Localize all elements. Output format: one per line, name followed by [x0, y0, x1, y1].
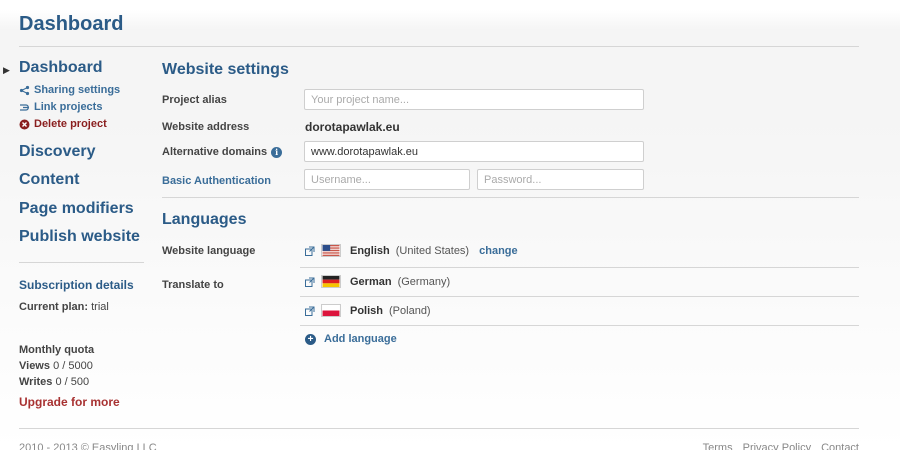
language-name: German: [350, 275, 392, 288]
translate-to-label: Translate to: [162, 279, 224, 291]
upgrade-link[interactable]: Upgrade for more: [19, 395, 120, 409]
share-icon: [19, 85, 30, 96]
sidebar-item-label: Delete project: [34, 118, 107, 130]
contact-link[interactable]: Contact: [821, 442, 859, 450]
sidebar-divider: [19, 262, 144, 263]
target-language-row-polish: Polish (Poland): [305, 304, 441, 317]
delete-icon: [19, 119, 30, 130]
alternative-domains-label: Alternative domains i: [162, 146, 283, 158]
website-address-value: dorotapawlak.eu: [305, 120, 400, 134]
external-link-icon[interactable]: [305, 306, 315, 316]
subscription-heading[interactable]: Subscription details: [19, 278, 134, 292]
sidebar-item-label: Link projects: [34, 101, 103, 113]
language-region: (United States): [395, 244, 470, 257]
basic-auth-label[interactable]: Basic Authentication: [162, 175, 271, 187]
german-flag-icon: [321, 275, 341, 288]
quota-heading: Monthly quota: [19, 344, 95, 356]
active-arrow-icon: ▶: [3, 65, 10, 75]
language-region: (Poland): [389, 304, 431, 317]
change-language-link[interactable]: change: [479, 245, 518, 257]
link-icon: [19, 102, 30, 113]
language-divider: [300, 267, 859, 268]
alternative-domains-input[interactable]: [304, 141, 644, 162]
footer-divider: [19, 428, 859, 429]
website-language-label: Website language: [162, 245, 256, 257]
polish-flag-icon: [321, 304, 341, 317]
project-alias-label: Project alias: [162, 94, 227, 106]
website-address-label: Website address: [162, 121, 250, 133]
language-divider: [300, 325, 859, 326]
views-quota: Views 0 / 5000: [19, 360, 93, 372]
page-title: Dashboard: [19, 13, 124, 35]
add-language-button[interactable]: + Add language: [305, 333, 397, 345]
settings-divider: [162, 197, 859, 198]
target-language-row-german: German (Germany): [305, 275, 460, 288]
info-icon[interactable]: i: [271, 146, 283, 158]
external-link-icon[interactable]: [305, 277, 315, 287]
sidebar-item-link-projects[interactable]: Link projects: [19, 101, 102, 113]
plus-icon: +: [305, 333, 316, 345]
language-divider: [300, 296, 859, 297]
us-flag-icon: [321, 244, 341, 257]
nav-discovery[interactable]: Discovery: [19, 143, 96, 161]
current-plan: Current plan: trial: [19, 301, 109, 313]
language-name: Polish: [350, 304, 384, 317]
nav-dashboard[interactable]: Dashboard: [19, 59, 103, 77]
project-alias-input[interactable]: [304, 89, 644, 110]
username-input[interactable]: [304, 169, 470, 190]
nav-publish-website[interactable]: Publish website: [19, 228, 140, 246]
footer-links: Terms Privacy Policy Contact: [703, 442, 859, 450]
writes-quota: Writes 0 / 500: [19, 376, 90, 388]
privacy-policy-link[interactable]: Privacy Policy: [743, 442, 811, 450]
terms-link[interactable]: Terms: [703, 442, 733, 450]
password-input[interactable]: [477, 169, 644, 190]
sidebar-item-label: Sharing settings: [34, 84, 121, 96]
header-divider: [19, 46, 859, 47]
sidebar-item-delete-project[interactable]: Delete project: [19, 118, 107, 130]
website-language-row: English (United States) change: [305, 244, 518, 257]
external-link-icon[interactable]: [305, 246, 315, 256]
nav-page-modifiers[interactable]: Page modifiers: [19, 200, 134, 218]
language-name: English: [350, 244, 390, 257]
copyright: 2010 - 2013 © Easyling LLC: [19, 442, 157, 450]
nav-content[interactable]: Content: [19, 171, 79, 189]
website-settings-heading: Website settings: [162, 61, 289, 78]
language-region: (Germany): [397, 275, 451, 288]
sidebar-item-sharing-settings[interactable]: Sharing settings: [19, 84, 120, 96]
languages-heading: Languages: [162, 211, 247, 228]
